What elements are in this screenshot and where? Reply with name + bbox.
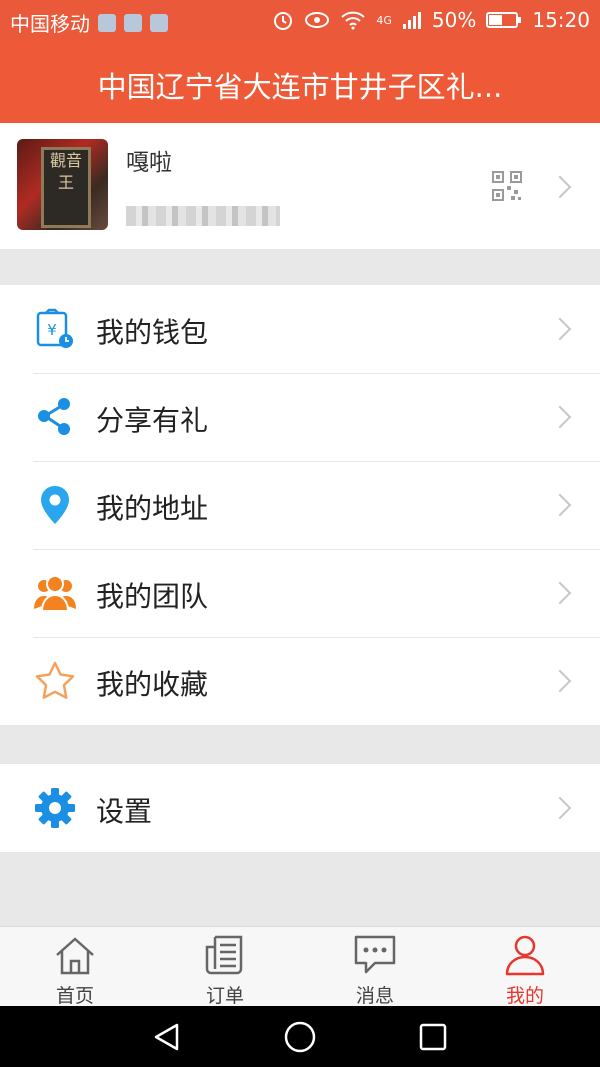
avatar-plaque: 觀音王: [41, 147, 91, 228]
status-bar: 中国移动 4G 50% 15:20: [0, 0, 600, 40]
menu-item-label: 我的钱包: [96, 316, 209, 349]
menu-item-label: 我的收藏: [96, 668, 209, 701]
share-icon: [38, 398, 70, 435]
chevron-right-icon: [548, 796, 572, 820]
orders-icon: [205, 935, 243, 975]
app-notification-icon: [124, 13, 142, 32]
tab-messages[interactable]: 消息: [300, 927, 450, 1007]
tab-label: 订单: [205, 985, 244, 1007]
user-icon: [505, 935, 545, 976]
app-header: 中国辽宁省大连市甘井子区礼...: [0, 40, 600, 123]
map-notification-icon: [98, 13, 116, 32]
carrier-label: 中国移动: [10, 12, 90, 36]
location-pin-icon: [41, 486, 69, 524]
menu-item-address[interactable]: 我的地址: [0, 461, 600, 549]
clock: 15:20: [532, 8, 590, 32]
home-icon: [56, 937, 94, 975]
chevron-right-icon: [548, 493, 572, 517]
eye-icon: [305, 12, 330, 28]
alarm-icon: [274, 12, 293, 30]
bottom-tab-bar: 首页 订单 消息 我的: [0, 926, 600, 1007]
battery-icon: [486, 12, 522, 28]
system-navigation-bar: [0, 1006, 600, 1067]
menu-item-settings[interactable]: 设置: [0, 764, 600, 852]
star-icon: [35, 661, 75, 699]
menu-item-label: 设置: [96, 795, 153, 828]
avatar[interactable]: 觀音王: [17, 139, 108, 230]
image-notification-icon: [150, 13, 168, 32]
profile-chevron-icon: [548, 175, 572, 199]
tab-mine[interactable]: 我的: [450, 927, 600, 1007]
menu-item-label: 我的团队: [96, 580, 209, 613]
message-icon: [354, 935, 396, 974]
chevron-right-icon: [548, 669, 572, 693]
team-icon: [34, 575, 76, 612]
header-title[interactable]: 中国辽宁省大连市甘井子区礼...: [0, 64, 600, 106]
menu-group-settings: 设置: [0, 764, 600, 852]
menu-item-share[interactable]: 分享有礼: [0, 373, 600, 461]
chevron-right-icon: [548, 581, 572, 605]
profile-name: 嘎啦: [126, 150, 172, 176]
profile-card[interactable]: 觀音王 嘎啦: [0, 123, 600, 249]
svg-text:¥: ¥: [47, 321, 57, 339]
chevron-right-icon: [548, 317, 572, 341]
tab-home[interactable]: 首页: [0, 927, 150, 1007]
network-type: 4G: [376, 13, 392, 27]
menu-group-account: ¥ 我的钱包 分享有礼 我的地址 我的团队 我的收藏: [0, 285, 600, 725]
tab-label: 消息: [355, 985, 394, 1007]
recents-icon[interactable]: [419, 1023, 447, 1051]
chevron-right-icon: [548, 405, 572, 429]
tab-orders[interactable]: 订单: [150, 927, 300, 1007]
back-icon[interactable]: [152, 1022, 182, 1052]
gear-icon: [35, 788, 75, 828]
menu-item-favorites[interactable]: 我的收藏: [0, 637, 600, 725]
menu-item-label: 我的地址: [96, 492, 209, 525]
menu-item-label: 分享有礼: [96, 404, 209, 437]
menu-item-wallet[interactable]: ¥ 我的钱包: [0, 285, 600, 373]
signal-icon: [402, 12, 421, 29]
tab-label: 首页: [55, 985, 94, 1007]
wallet-icon: ¥: [36, 308, 73, 348]
battery-percent: 50%: [431, 8, 477, 32]
qr-code-icon[interactable]: [492, 171, 522, 201]
tab-label: 我的: [505, 985, 544, 1007]
wifi-icon: [341, 11, 366, 30]
profile-phone-redacted: [126, 206, 280, 226]
menu-item-team[interactable]: 我的团队: [0, 549, 600, 637]
home-button-icon[interactable]: [284, 1021, 316, 1053]
